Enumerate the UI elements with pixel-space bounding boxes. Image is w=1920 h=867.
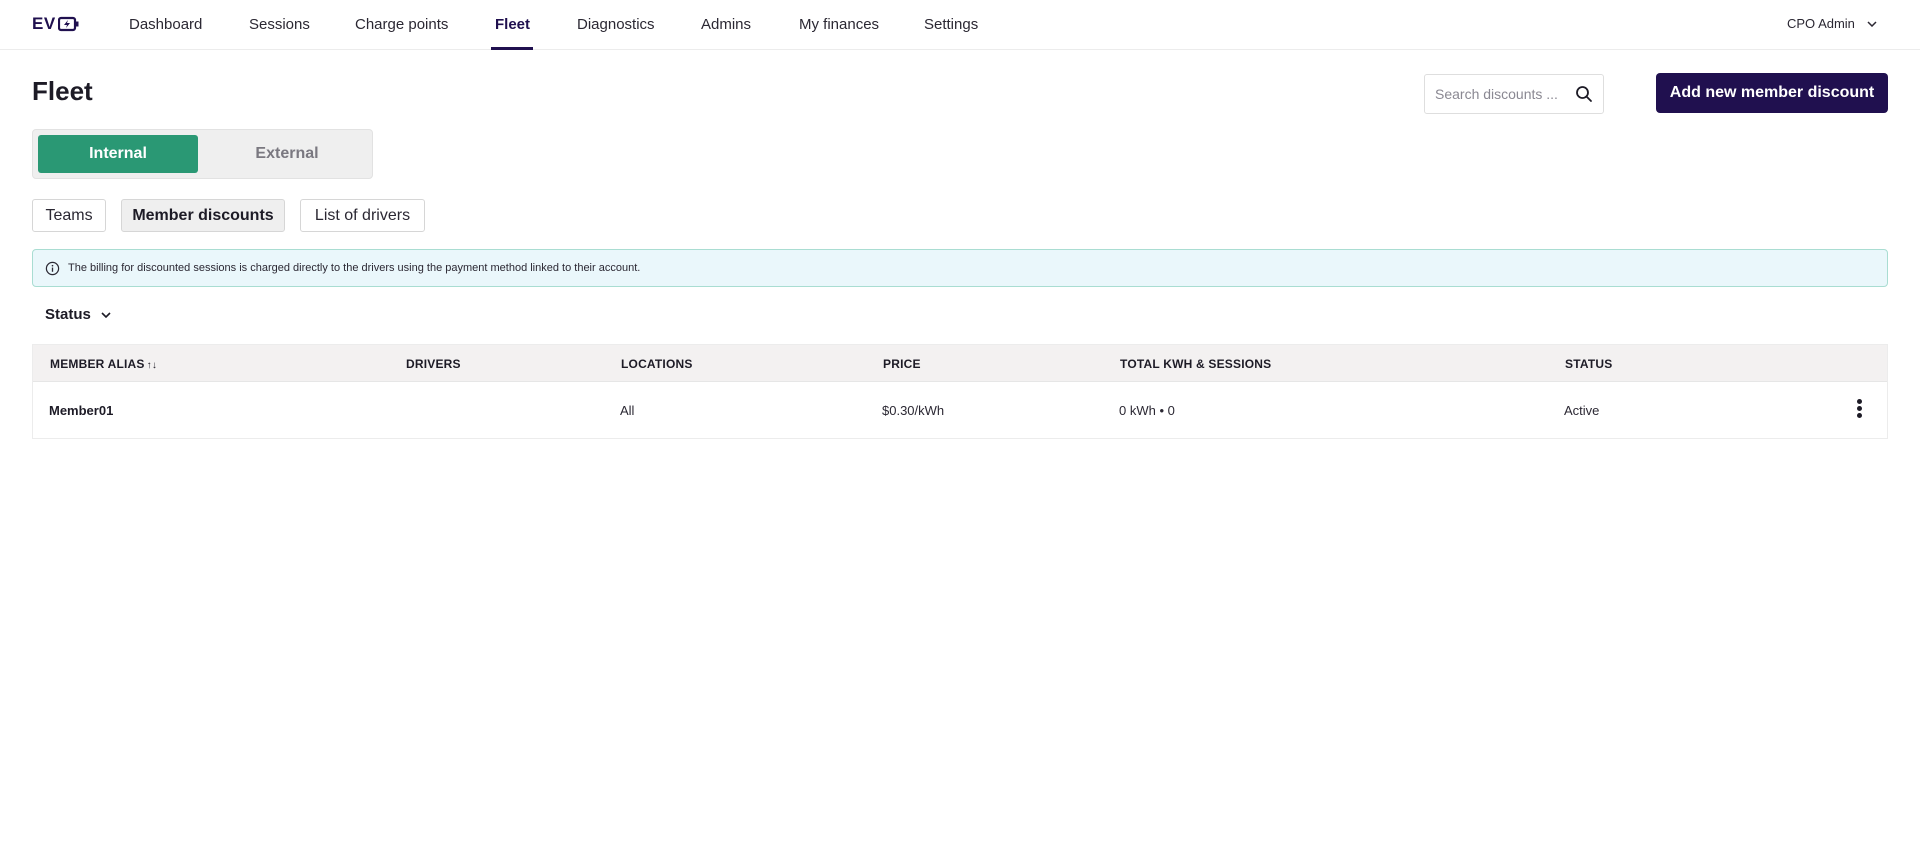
info-banner: The billing for discounted sessions is c…: [32, 249, 1888, 287]
member-discounts-table: MEMBER ALIAS ↑↓ DRIVERS LOCATIONS PRICE T…: [32, 344, 1888, 439]
tab-member-discounts[interactable]: Member discounts: [121, 199, 285, 232]
cell-status: Active: [1564, 403, 1600, 418]
add-member-discount-button[interactable]: Add new member discount: [1656, 73, 1888, 113]
search-box[interactable]: [1424, 74, 1604, 114]
cell-price: $0.30/kWh: [882, 403, 945, 418]
status-filter-label: Status: [45, 306, 91, 323]
info-banner-text: The billing for discounted sessions is c…: [68, 262, 641, 274]
cell-member-alias: Member01: [49, 403, 114, 418]
info-icon: [45, 261, 60, 275]
tab-list-of-drivers[interactable]: List of drivers: [300, 199, 425, 232]
table-row[interactable]: Member01 All $0.30/kWh 0 kWh • 0 Active: [33, 382, 1887, 438]
nav-admins[interactable]: Admins: [701, 16, 751, 33]
ev-logo[interactable]: EV: [32, 14, 80, 34]
nav-dashboard[interactable]: Dashboard: [129, 16, 202, 33]
plug-icon: [57, 16, 79, 32]
logo-text: EV: [32, 14, 56, 33]
header-total-kwh-sessions: TOTAL KWH & SESSIONS: [1120, 357, 1272, 371]
page-title: Fleet: [32, 76, 93, 106]
header-member-alias[interactable]: MEMBER ALIAS ↑↓: [50, 357, 157, 371]
nav-fleet[interactable]: Fleet: [495, 16, 530, 33]
segment-external[interactable]: External: [207, 135, 367, 173]
nav-settings[interactable]: Settings: [924, 16, 978, 33]
tab-teams[interactable]: Teams: [32, 199, 106, 232]
search-icon[interactable]: [1575, 85, 1593, 103]
nav-my-finances[interactable]: My finances: [799, 16, 879, 33]
search-input[interactable]: [1435, 86, 1561, 102]
header-price: PRICE: [883, 357, 921, 371]
user-name: CPO Admin: [1787, 16, 1855, 31]
chevron-down-icon: [1867, 20, 1877, 27]
user-menu[interactable]: CPO Admin: [1787, 16, 1877, 31]
cell-total-kwh-sessions: 0 kWh • 0: [1119, 403, 1175, 418]
sort-icon: ↑↓: [146, 360, 158, 371]
top-navigation: EV Dashboard Sessions Charge points Flee…: [0, 0, 1920, 50]
internal-external-toggle: Internal External: [32, 129, 373, 179]
active-nav-indicator: [491, 47, 533, 50]
segment-internal[interactable]: Internal: [38, 135, 198, 173]
header-drivers: DRIVERS: [406, 357, 461, 371]
more-options-icon[interactable]: [1853, 399, 1865, 421]
header-member-alias-label: MEMBER ALIAS: [50, 357, 145, 371]
header-locations: LOCATIONS: [621, 357, 693, 371]
chevron-down-icon: [101, 311, 111, 318]
nav-charge-points[interactable]: Charge points: [355, 16, 448, 33]
table-header: MEMBER ALIAS ↑↓ DRIVERS LOCATIONS PRICE T…: [33, 345, 1887, 382]
nav-sessions[interactable]: Sessions: [249, 16, 310, 33]
cell-locations: All: [620, 403, 635, 418]
status-filter[interactable]: Status: [45, 306, 111, 323]
header-status: STATUS: [1565, 357, 1613, 371]
nav-diagnostics[interactable]: Diagnostics: [577, 16, 655, 33]
